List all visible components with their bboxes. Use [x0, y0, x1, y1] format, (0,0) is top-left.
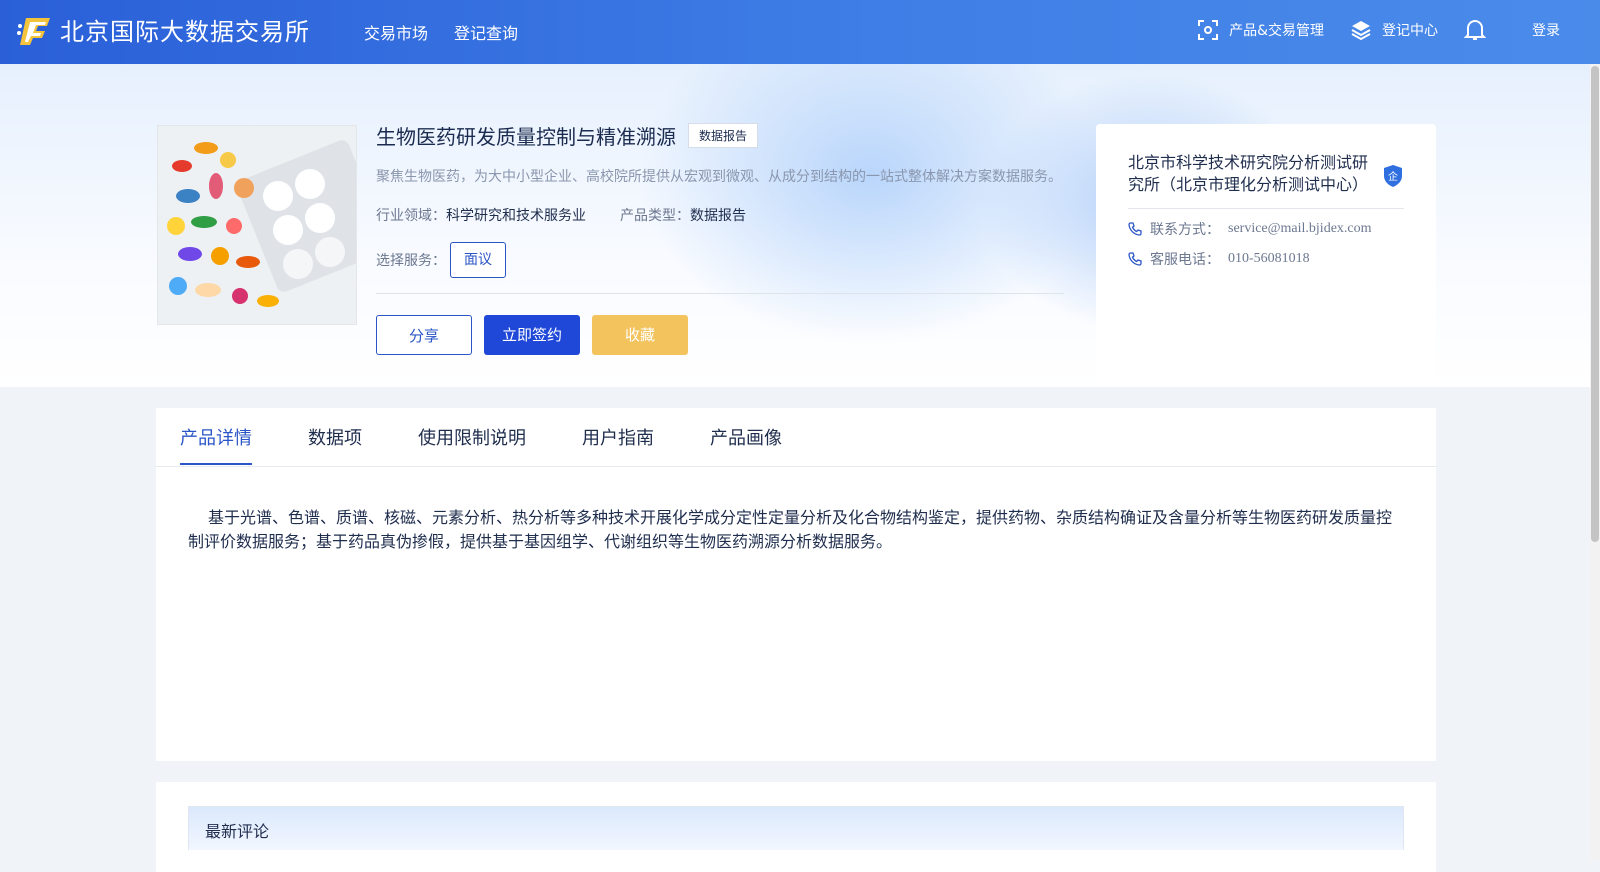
page-scrollbar-thumb[interactable]: [1591, 66, 1599, 542]
service-label: 选择服务：: [376, 253, 446, 269]
product-type-value: 数据报告: [690, 208, 746, 224]
product-meta: 行业领域：科学研究和技术服务业 产品类型：数据报告: [376, 205, 746, 225]
phone-icon: [1128, 252, 1142, 266]
provider-divider: [1128, 208, 1404, 209]
service-selector: 选择服务： 面议: [376, 242, 506, 278]
product-title: 生物医药研发质量控制与精准溯源: [376, 125, 676, 149]
provider-name[interactable]: 北京市科学技术研究院分析测试研究所（北京市理化分析测试中心）: [1128, 152, 1378, 196]
industry-value: 科学研究和技术服务业: [446, 208, 586, 224]
tab-product-detail[interactable]: 产品详情: [180, 424, 252, 450]
notifications-button[interactable]: [1464, 18, 1496, 42]
favorite-button[interactable]: 收藏: [592, 315, 688, 355]
header-actions: 产品&交易管理 登记中心 登录: [1171, 18, 1560, 42]
industry-field: 行业领域：科学研究和技术服务业: [376, 205, 586, 225]
pills-image: [158, 126, 356, 324]
service-option-negotiable[interactable]: 面议: [450, 242, 506, 278]
site-title[interactable]: 北京国际大数据交易所: [60, 15, 310, 49]
nav-registry-query[interactable]: 登记查询: [454, 20, 518, 44]
nav-market[interactable]: 交易市场: [364, 20, 428, 44]
product-image: [157, 125, 357, 325]
product-actions: 分享 立即签约 收藏: [376, 315, 688, 355]
bell-icon: [1464, 20, 1486, 40]
scan-icon: [1198, 20, 1219, 40]
comments-section: 最新评论: [156, 782, 1436, 872]
enterprise-badge-icon: 企: [1384, 165, 1402, 187]
provider-card: 北京市科学技术研究院分析测试研究所（北京市理化分析测试中心） 企 联系方式： s…: [1096, 124, 1436, 387]
comments-title: 最新评论: [205, 822, 270, 841]
product-type-field: 产品类型：数据报告: [620, 205, 746, 225]
tab-user-guide[interactable]: 用户指南: [582, 424, 654, 450]
product-detail-text: 基于光谱、色谱、质谱、核磁、元素分析、热分析等多种技术开展化学成分定性定量分析及…: [188, 508, 1393, 551]
product-type-tag: 数据报告: [688, 123, 759, 148]
sign-now-button[interactable]: 立即签约: [484, 315, 580, 355]
register-center-link[interactable]: 登记中心: [1350, 19, 1438, 41]
share-button[interactable]: 分享: [376, 315, 472, 355]
tab-usage-restrictions[interactable]: 使用限制说明: [418, 424, 526, 450]
layers-icon: [1351, 21, 1371, 41]
tab-product-profile[interactable]: 产品画像: [710, 424, 782, 450]
comments-header: 最新评论: [188, 806, 1404, 850]
product-type-label: 产品类型：: [620, 208, 690, 224]
product-title-row: 生物医药研发质量控制与精准溯源 数据报告: [376, 121, 759, 150]
top-header: 北京国际大数据交易所 交易市场 登记查询 产品&交易管理 登记中心 登录: [0, 0, 1600, 64]
industry-label: 行业领域：: [376, 208, 446, 224]
contact-email[interactable]: service@mail.bjidex.com: [1228, 221, 1372, 237]
hero-divider: [376, 293, 1064, 294]
detail-panel: 产品详情 数据项 使用限制说明 用户指南 产品画像 基于光谱、色谱、质谱、核磁、…: [156, 408, 1436, 761]
phone-icon: [1128, 222, 1142, 236]
tab-data-items[interactable]: 数据项: [308, 424, 362, 450]
enterprise-badge-text: 企: [1388, 170, 1398, 183]
main-nav: 交易市场 登记查询: [364, 20, 518, 44]
product-trade-mgmt-label: 产品&交易管理: [1229, 23, 1324, 39]
phone-number[interactable]: 010-56081018: [1228, 251, 1310, 267]
phone-label: 客服电话：: [1150, 252, 1220, 268]
phone-row: 客服电话： 010-56081018: [1128, 249, 1310, 269]
login-label: 登录: [1532, 23, 1560, 39]
login-link[interactable]: 登录: [1522, 20, 1560, 40]
detail-tabs: 产品详情 数据项 使用限制说明 用户指南 产品画像: [156, 408, 1436, 467]
product-trade-mgmt-link[interactable]: 产品&交易管理: [1197, 19, 1324, 41]
contact-label: 联系方式：: [1150, 222, 1220, 238]
product-description: 聚焦生物医药，为大中小型企业、高校院所提供从宏观到微观、从成分到结构的一站式整体…: [376, 169, 1062, 185]
contact-row: 联系方式： service@mail.bjidex.com: [1128, 219, 1372, 239]
logo-icon[interactable]: [16, 14, 54, 48]
register-center-label: 登记中心: [1382, 23, 1438, 39]
active-tab-indicator: [180, 463, 252, 465]
